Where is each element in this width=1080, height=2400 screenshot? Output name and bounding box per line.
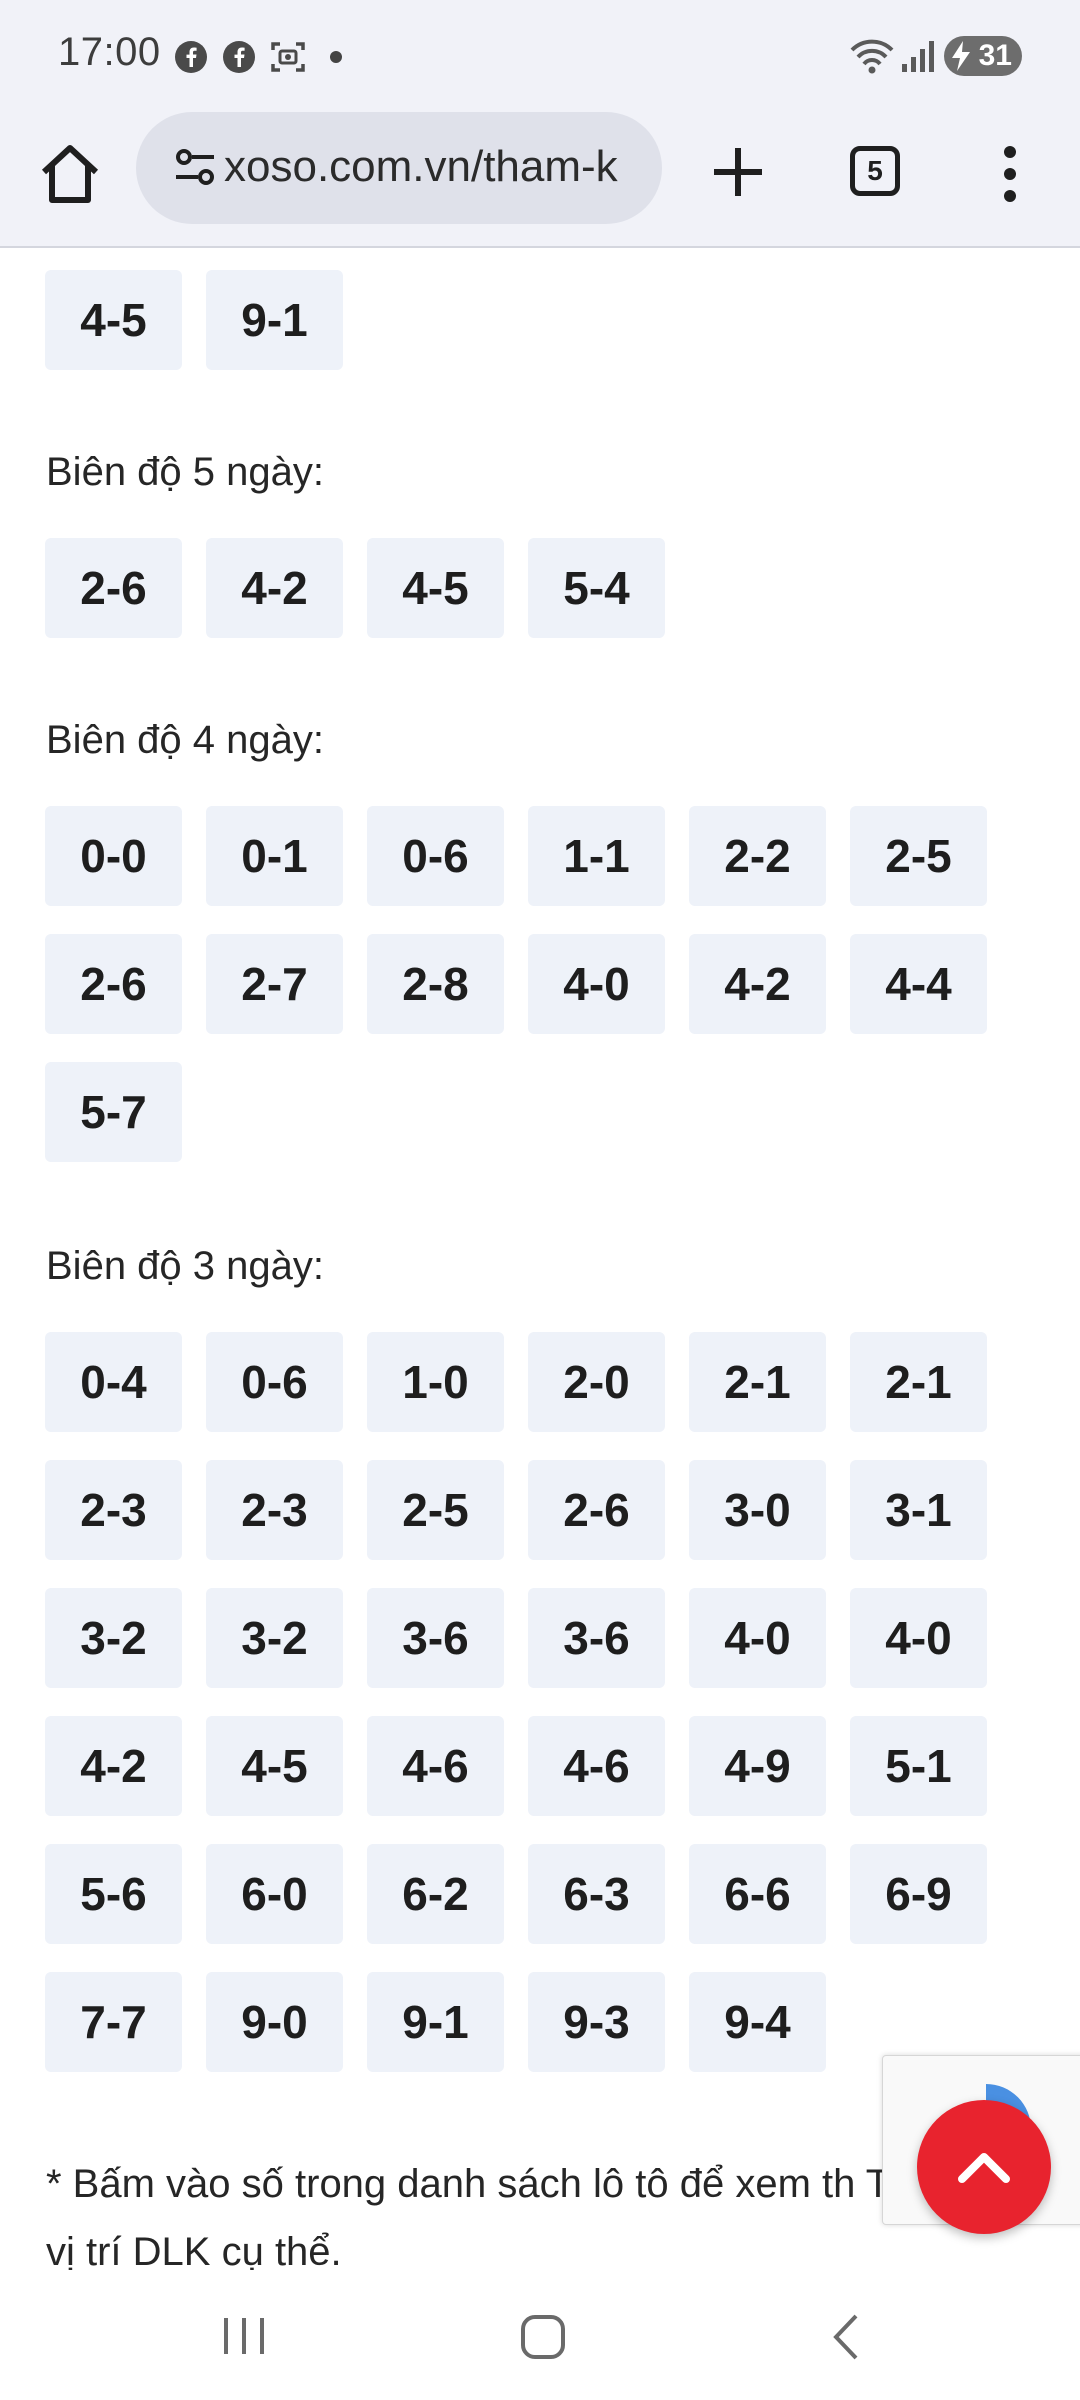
signal-icon: [902, 41, 934, 72]
number-grid: 0-4 0-6 1-0 2-0 2-1 2-1 2-3 2-3 2-5 2-6 …: [45, 1332, 1045, 2072]
tab-switcher-button[interactable]: 5: [846, 144, 908, 200]
lotto-number[interactable]: 5-6: [45, 1844, 182, 1944]
more-options-icon[interactable]: [990, 134, 1030, 214]
lotto-number[interactable]: 4-5: [45, 270, 182, 370]
lotto-number[interactable]: 2-6: [45, 538, 182, 638]
home-icon[interactable]: [30, 134, 110, 214]
lotto-number[interactable]: 2-8: [367, 934, 504, 1034]
lotto-number[interactable]: 1-1: [528, 806, 665, 906]
lotto-number[interactable]: 2-6: [528, 1460, 665, 1560]
new-tab-icon[interactable]: [700, 134, 776, 210]
lotto-number[interactable]: 2-3: [45, 1460, 182, 1560]
number-grid: 0-0 0-1 0-6 1-1 2-2 2-5 2-6 2-7 2-8 4-0 …: [45, 806, 1045, 1162]
lotto-number[interactable]: 7-7: [45, 1972, 182, 2072]
url-text[interactable]: xoso.com.vn/tham-k: [224, 142, 644, 192]
lotto-number[interactable]: 0-6: [206, 1332, 343, 1432]
lotto-number[interactable]: 3-2: [45, 1588, 182, 1688]
lotto-number[interactable]: 5-4: [528, 538, 665, 638]
lotto-number[interactable]: 6-2: [367, 1844, 504, 1944]
facebook-icon: [175, 41, 207, 73]
lotto-number[interactable]: 4-4: [850, 934, 987, 1034]
battery-level: 31: [978, 39, 1012, 72]
lotto-number[interactable]: 4-6: [367, 1716, 504, 1816]
lotto-number[interactable]: 4-2: [689, 934, 826, 1034]
lotto-number[interactable]: 6-0: [206, 1844, 343, 1944]
lotto-number[interactable]: 4-2: [206, 538, 343, 638]
lotto-number[interactable]: 0-1: [206, 806, 343, 906]
lotto-number[interactable]: 2-7: [206, 934, 343, 1034]
more-notifications-dot: [330, 51, 342, 63]
number-grid: 2-6 4-2 4-5 5-4: [45, 538, 1045, 638]
lotto-number[interactable]: 5-1: [850, 1716, 987, 1816]
status-bar: 17:00 31: [0, 0, 1080, 112]
lotto-number[interactable]: 4-5: [367, 538, 504, 638]
lotto-number[interactable]: 3-0: [689, 1460, 826, 1560]
section-heading: Biên độ 3 ngày:: [46, 1244, 324, 1288]
lotto-number[interactable]: 4-6: [528, 1716, 665, 1816]
lotto-number[interactable]: 4-5: [206, 1716, 343, 1816]
lotto-number[interactable]: 2-3: [206, 1460, 343, 1560]
lotto-number[interactable]: 0-0: [45, 806, 182, 906]
number-grid: 4-5 9-1: [45, 270, 1045, 370]
scroll-to-top-button[interactable]: [917, 2100, 1051, 2234]
screenshot-icon: [271, 42, 305, 72]
lotto-number[interactable]: 2-2: [689, 806, 826, 906]
charging-icon: [952, 41, 970, 71]
lotto-number[interactable]: 0-4: [45, 1332, 182, 1432]
system-nav-bar: [0, 2270, 1080, 2400]
lotto-number[interactable]: 9-1: [206, 270, 343, 370]
battery-indicator: 31: [944, 36, 1022, 76]
wifi-icon: [850, 39, 894, 74]
status-time: 17:00: [58, 30, 161, 74]
page-content: 4-5 9-1 Biên độ 5 ngày: 2-6 4-2 4-5 5-4 …: [0, 250, 1080, 2270]
address-bar[interactable]: xoso.com.vn/tham-k: [136, 112, 662, 224]
lotto-number[interactable]: 6-6: [689, 1844, 826, 1944]
site-settings-icon[interactable]: [174, 146, 218, 190]
lotto-number[interactable]: 9-3: [528, 1972, 665, 2072]
lotto-number[interactable]: 2-1: [689, 1332, 826, 1432]
lotto-number[interactable]: 3-6: [528, 1588, 665, 1688]
home-nav-icon[interactable]: [518, 2312, 568, 2362]
lotto-number[interactable]: 4-2: [45, 1716, 182, 1816]
section-heading: Biên độ 5 ngày:: [46, 450, 324, 494]
back-icon[interactable]: [826, 2312, 866, 2362]
lotto-number[interactable]: 2-1: [850, 1332, 987, 1432]
tab-count: 5: [850, 146, 900, 196]
lotto-number[interactable]: 3-2: [206, 1588, 343, 1688]
lotto-number[interactable]: 9-0: [206, 1972, 343, 2072]
lotto-number[interactable]: 4-0: [850, 1588, 987, 1688]
lotto-number[interactable]: 2-0: [528, 1332, 665, 1432]
section-heading: Biên độ 4 ngày:: [46, 718, 324, 762]
lotto-number[interactable]: 2-5: [850, 806, 987, 906]
lotto-number[interactable]: 1-0: [367, 1332, 504, 1432]
lotto-number[interactable]: 4-0: [689, 1588, 826, 1688]
lotto-number[interactable]: 4-9: [689, 1716, 826, 1816]
facebook-icon: [223, 41, 255, 73]
lotto-number[interactable]: 5-7: [45, 1062, 182, 1162]
lotto-number[interactable]: 6-3: [528, 1844, 665, 1944]
lotto-number[interactable]: 3-6: [367, 1588, 504, 1688]
lotto-number[interactable]: 6-9: [850, 1844, 987, 1944]
recent-apps-icon[interactable]: [218, 2312, 270, 2360]
lotto-number[interactable]: 4-0: [528, 934, 665, 1034]
browser-toolbar: 17:00 31 xoso.com.vn/tham-k 5: [0, 0, 1080, 248]
chevron-up-icon: [958, 2153, 1010, 2183]
lotto-number[interactable]: 9-1: [367, 1972, 504, 2072]
url-row: xoso.com.vn/tham-k 5: [0, 112, 1080, 248]
lotto-number[interactable]: 2-6: [45, 934, 182, 1034]
lotto-number[interactable]: 3-1: [850, 1460, 987, 1560]
lotto-number[interactable]: 0-6: [367, 806, 504, 906]
lotto-number[interactable]: 9-4: [689, 1972, 826, 2072]
lotto-number[interactable]: 2-5: [367, 1460, 504, 1560]
